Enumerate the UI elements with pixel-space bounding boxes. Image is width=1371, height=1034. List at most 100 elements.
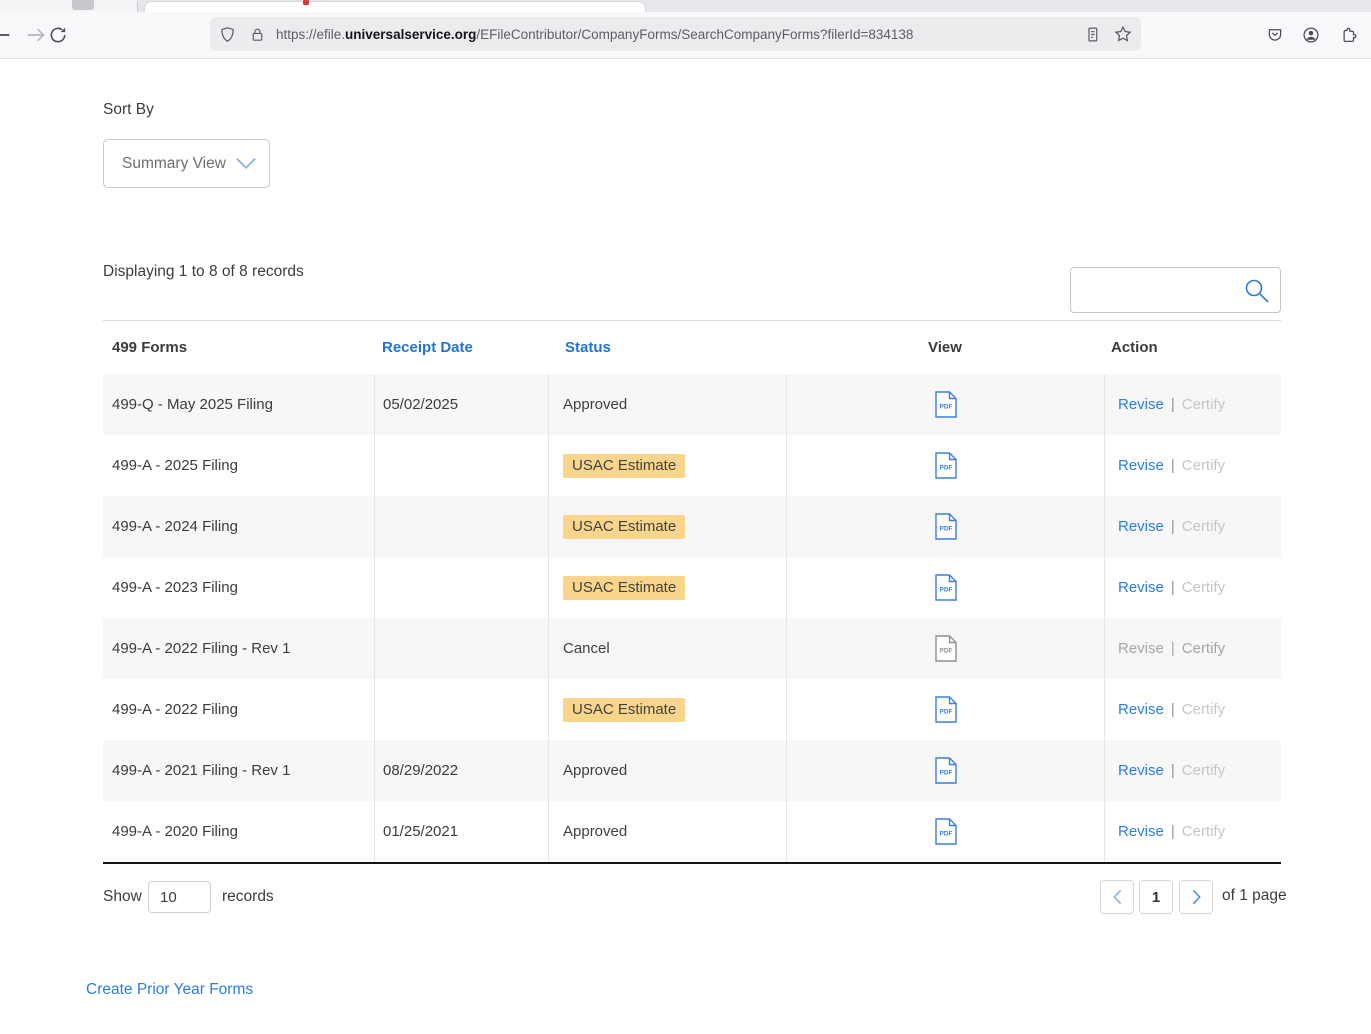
extensions-puzzle-icon[interactable] bbox=[1340, 26, 1358, 44]
header-action: Action bbox=[1104, 321, 1281, 374]
bookmark-star-icon[interactable] bbox=[1114, 25, 1132, 43]
table-body: 499-Q - May 2025 Filing 05/02/2025 Appro… bbox=[103, 374, 1281, 862]
pdf-icon[interactable]: PDF bbox=[935, 513, 957, 540]
pdf-icon[interactable]: PDF bbox=[935, 452, 957, 479]
revise-link[interactable]: Revise bbox=[1118, 823, 1164, 840]
table-row: 499-A - 2021 Filing - Rev 1 08/29/2022 A… bbox=[103, 740, 1281, 801]
certify-link: Certify bbox=[1182, 640, 1225, 657]
page-count-label: of 1 page bbox=[1222, 887, 1287, 905]
records-label: records bbox=[222, 888, 274, 906]
certify-link: Certify bbox=[1182, 396, 1225, 413]
table-row: 499-A - 2025 Filing USAC Estimate PDF Re… bbox=[103, 435, 1281, 496]
pdf-icon[interactable]: PDF bbox=[935, 818, 957, 845]
revise-link[interactable]: Revise bbox=[1118, 396, 1164, 413]
revise-link[interactable]: Revise bbox=[1118, 762, 1164, 779]
pdf-icon[interactable]: PDF bbox=[935, 757, 957, 784]
url-domain: universalservice.org bbox=[345, 27, 476, 42]
receipt-date: 05/02/2025 bbox=[383, 396, 458, 413]
revise-link: Revise bbox=[1118, 640, 1164, 657]
certify-link: Certify bbox=[1182, 701, 1225, 718]
form-name: 499-A - 2024 Filing bbox=[112, 518, 238, 535]
status-text: Approved bbox=[563, 823, 627, 840]
form-name: 499-Q - May 2025 Filing bbox=[112, 396, 273, 413]
forms-table: 499 Forms Receipt Date Status View Actio… bbox=[103, 320, 1281, 864]
certify-link: Certify bbox=[1182, 579, 1225, 596]
search-icon[interactable] bbox=[1243, 277, 1270, 304]
search-input[interactable] bbox=[1071, 268, 1253, 312]
current-page-indicator: 1 bbox=[1139, 880, 1173, 914]
url-prefix: https://efile. bbox=[276, 27, 345, 42]
form-name: 499-A - 2021 Filing - Rev 1 bbox=[112, 762, 290, 779]
table-row: 499-A - 2022 Filing USAC Estimate PDF Re… bbox=[103, 679, 1281, 740]
create-prior-year-forms-link[interactable]: Create Prior Year Forms bbox=[86, 981, 253, 999]
form-name: 499-A - 2022 Filing - Rev 1 bbox=[112, 640, 290, 657]
status-text: Cancel bbox=[563, 640, 610, 657]
svg-text:PDF: PDF bbox=[939, 709, 952, 716]
reload-icon[interactable] bbox=[48, 25, 68, 45]
back-arrow-icon[interactable] bbox=[0, 25, 11, 45]
status-badge: USAC Estimate bbox=[563, 454, 685, 478]
certify-link: Certify bbox=[1182, 457, 1225, 474]
browser-toolbar: https://efile.universalservice.org/EFile… bbox=[0, 12, 1371, 59]
svg-text:PDF: PDF bbox=[939, 404, 952, 411]
chevron-right-icon bbox=[1191, 889, 1202, 905]
previous-page-button[interactable] bbox=[1100, 880, 1134, 914]
active-tab[interactable] bbox=[145, 2, 645, 12]
table-row: 499-A - 2023 Filing USAC Estimate PDF Re… bbox=[103, 557, 1281, 618]
reader-view-icon[interactable] bbox=[1084, 26, 1101, 43]
forward-arrow-icon[interactable] bbox=[26, 25, 46, 45]
revise-link[interactable]: Revise bbox=[1118, 701, 1164, 718]
receipt-date: 08/29/2022 bbox=[383, 762, 458, 779]
tab-bar-left bbox=[0, 0, 137, 12]
status-badge: USAC Estimate bbox=[563, 576, 685, 600]
action-separator: | bbox=[1171, 701, 1175, 718]
action-separator: | bbox=[1171, 823, 1175, 840]
form-name: 499-A - 2023 Filing bbox=[112, 579, 238, 596]
svg-text:PDF: PDF bbox=[939, 587, 952, 594]
sort-by-label: Sort By bbox=[103, 101, 154, 119]
action-separator: | bbox=[1171, 579, 1175, 596]
pdf-icon[interactable]: PDF bbox=[935, 574, 957, 601]
table-row: 499-A - 2024 Filing USAC Estimate PDF Re… bbox=[103, 496, 1281, 557]
revise-link[interactable]: Revise bbox=[1118, 457, 1164, 474]
table-row: 499-A - 2022 Filing - Rev 1 Cancel PDF R… bbox=[103, 618, 1281, 679]
summary-view-dropdown[interactable]: Summary View bbox=[103, 139, 270, 188]
records-summary: Displaying 1 to 8 of 8 records bbox=[103, 263, 304, 281]
action-separator: | bbox=[1171, 640, 1175, 657]
receipt-date: 01/25/2021 bbox=[383, 823, 458, 840]
pdf-icon[interactable]: PDF bbox=[935, 391, 957, 418]
header-499-forms: 499 Forms bbox=[103, 321, 374, 374]
status-text: Approved bbox=[563, 396, 627, 413]
revise-link[interactable]: Revise bbox=[1118, 518, 1164, 535]
next-page-button[interactable] bbox=[1179, 880, 1213, 914]
tracking-protection-shield-icon[interactable] bbox=[219, 26, 236, 43]
show-label: Show bbox=[103, 888, 142, 906]
search-box bbox=[1070, 267, 1281, 313]
header-receipt-date[interactable]: Receipt Date bbox=[374, 321, 548, 374]
page-size-input[interactable] bbox=[148, 881, 211, 913]
pdf-icon: PDF bbox=[935, 635, 957, 662]
pocket-icon[interactable] bbox=[1266, 26, 1284, 44]
tab-bar-button[interactable] bbox=[72, 0, 94, 10]
revise-link[interactable]: Revise bbox=[1118, 579, 1164, 596]
https-lock-icon[interactable] bbox=[249, 26, 266, 43]
pdf-icon[interactable]: PDF bbox=[935, 696, 957, 723]
header-status[interactable]: Status bbox=[548, 321, 786, 374]
status-text: Approved bbox=[563, 762, 627, 779]
account-icon[interactable] bbox=[1302, 26, 1320, 44]
header-view: View bbox=[786, 321, 1104, 374]
svg-text:PDF: PDF bbox=[939, 831, 952, 838]
action-separator: | bbox=[1171, 396, 1175, 413]
table-row: 499-A - 2020 Filing 01/25/2021 Approved … bbox=[103, 801, 1281, 862]
status-badge: USAC Estimate bbox=[563, 515, 685, 539]
tab-bar bbox=[0, 0, 1371, 12]
tab-divider bbox=[137, 2, 138, 11]
form-name: 499-A - 2025 Filing bbox=[112, 457, 238, 474]
url-bar[interactable]: https://efile.universalservice.org/EFile… bbox=[210, 17, 1141, 51]
action-separator: | bbox=[1171, 457, 1175, 474]
form-name: 499-A - 2022 Filing bbox=[112, 701, 238, 718]
table-row: 499-Q - May 2025 Filing 05/02/2025 Appro… bbox=[103, 374, 1281, 435]
action-separator: | bbox=[1171, 518, 1175, 535]
chevron-down-icon bbox=[235, 157, 257, 170]
certify-link: Certify bbox=[1182, 518, 1225, 535]
